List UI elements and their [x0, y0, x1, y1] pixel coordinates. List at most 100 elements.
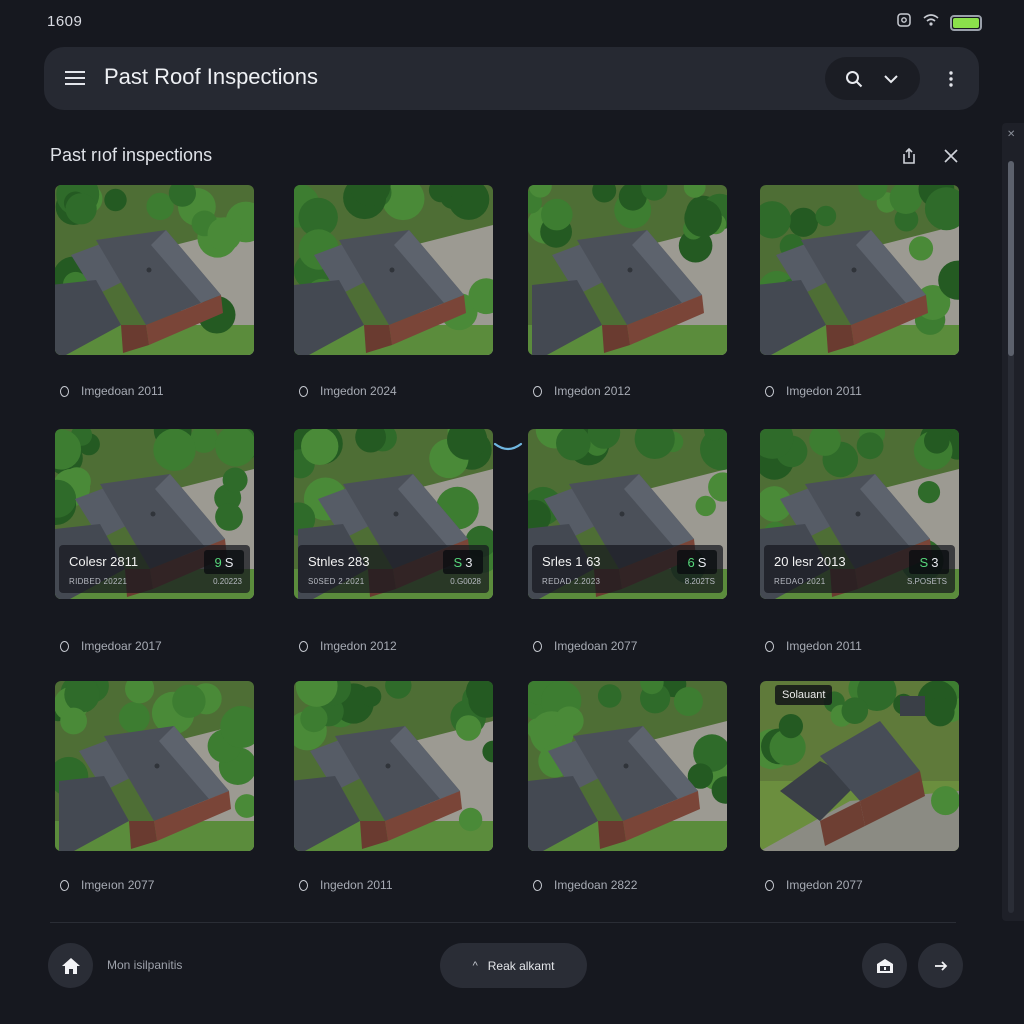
- radio-icon[interactable]: [765, 385, 774, 397]
- inspection-card[interactable]: [294, 681, 493, 851]
- radio-icon[interactable]: [299, 879, 308, 891]
- roof-thumbnail: [294, 185, 493, 355]
- report-action-label: Reak alkamt: [487, 958, 555, 973]
- inspection-caption[interactable]: Imgeıon 2077: [60, 875, 154, 895]
- overlay-code: 8.202TS: [684, 577, 715, 586]
- overlay-subtitle: REDAD 2.2023: [542, 577, 601, 586]
- inspection-overlay: Srles 1 63 6 S REDAD 2.2023 8.202TS: [532, 545, 723, 593]
- scrollbar-track[interactable]: [1008, 161, 1014, 913]
- inspection-card[interactable]: [294, 185, 493, 355]
- inspection-overlay: Colesr 2811 9 S RIDBED 20221 0.20223: [59, 545, 250, 593]
- inspection-card[interactable]: [528, 681, 727, 851]
- roof-thumbnail: [528, 185, 727, 355]
- radio-icon[interactable]: [299, 385, 308, 397]
- caption-label: Imgedon 2012: [554, 384, 631, 398]
- inspection-caption[interactable]: Imgedoan 2822: [533, 875, 637, 895]
- close-button[interactable]: [938, 143, 964, 169]
- roof-thumbnail: [760, 185, 959, 355]
- filter-dropdown-button[interactable]: [876, 64, 906, 94]
- status-icons: [896, 12, 982, 33]
- inspection-card[interactable]: [528, 185, 727, 355]
- radio-icon[interactable]: [533, 640, 542, 652]
- roof-thumbnail: [55, 185, 254, 355]
- radio-icon[interactable]: [299, 640, 308, 652]
- menu-button[interactable]: [62, 65, 88, 91]
- inspection-caption[interactable]: Imgedon 2077: [765, 875, 863, 895]
- caption-label: Imgedon 2077: [786, 878, 863, 892]
- radio-icon[interactable]: [60, 385, 69, 397]
- caption-label: Imgedon 2011: [786, 639, 862, 653]
- inspection-card[interactable]: Stnles 283 S 3 S0SED 2.2021 0.G0028: [294, 429, 493, 599]
- inspection-card[interactable]: 20 lesr 2013 S 3 REDAO 2021 S.POSETS: [760, 429, 959, 599]
- radio-icon[interactable]: [533, 879, 542, 891]
- more-vert-icon: [949, 71, 953, 87]
- inspection-caption[interactable]: Imgedon 2024: [299, 381, 397, 401]
- overlay-subtitle: RIDBED 20221: [69, 577, 128, 586]
- page-title: Past Roof Inspections: [104, 64, 319, 89]
- overlay-subtitle: REDAO 2021: [774, 577, 826, 586]
- score-badge: 9S: [204, 550, 244, 574]
- caption-label: Imgedon 2012: [320, 639, 397, 653]
- section-title: Past rıof inspections: [50, 145, 213, 165]
- report-action-button[interactable]: ^ Reak alkamt: [440, 943, 587, 988]
- home-button[interactable]: [48, 943, 93, 988]
- more-options-button[interactable]: [938, 64, 964, 94]
- inspection-card[interactable]: [55, 185, 254, 355]
- caption-label: Ingedon 2011: [320, 878, 393, 892]
- radio-icon[interactable]: [60, 879, 69, 891]
- status-bar: 1609: [0, 0, 1024, 44]
- score-badge: S3: [909, 550, 949, 574]
- search-button[interactable]: [839, 64, 869, 94]
- roof-thumbnail: [528, 681, 727, 851]
- home-icon: [61, 957, 80, 974]
- radio-icon[interactable]: [533, 385, 542, 397]
- caret-up-icon: ^: [472, 959, 478, 972]
- inspection-caption[interactable]: Imgedon 2012: [299, 636, 397, 656]
- caption-label: Imgeıon 2077: [81, 878, 155, 892]
- radio-icon[interactable]: [765, 879, 774, 891]
- overlay-code: 0.20223: [213, 577, 242, 586]
- inspection-caption[interactable]: Imgedon 2011: [765, 381, 862, 401]
- radio-icon[interactable]: [765, 640, 774, 652]
- overlay-title: Colesr 2811: [69, 554, 139, 569]
- caption-label: Imgedoar 2017: [81, 639, 162, 653]
- inspection-caption[interactable]: Imgedon 2011: [765, 636, 862, 656]
- chevron-down-icon: [884, 74, 898, 83]
- caption-label: Imgedon 2011: [786, 384, 862, 398]
- inspection-caption[interactable]: Ingedon 2011: [299, 875, 393, 895]
- garage-icon: [876, 958, 893, 973]
- inspection-caption[interactable]: Imgedoan 2077: [533, 636, 637, 656]
- inspection-caption[interactable]: Imgedon 2012: [533, 381, 631, 401]
- caption-label: Imgedoan 2822: [554, 878, 638, 892]
- share-button[interactable]: [896, 143, 922, 169]
- caption-label: Imgedoan 2011: [81, 384, 164, 398]
- inspection-card[interactable]: [55, 681, 254, 851]
- inspection-caption[interactable]: Imgedoan 2011: [60, 381, 164, 401]
- overlay-code: 0.G0028: [450, 577, 481, 586]
- inspection-overlay: Stnles 283 S 3 S0SED 2.2021 0.G0028: [298, 545, 489, 593]
- inspection-card[interactable]: [760, 185, 959, 355]
- caption-label: Imgedoan 2077: [554, 639, 638, 653]
- radio-icon[interactable]: [60, 640, 69, 652]
- arrow-right-icon: [934, 960, 947, 971]
- bottom-label: Mon isilpanitis: [107, 958, 183, 972]
- inspection-card[interactable]: Srles 1 63 6 S REDAD 2.2023 8.202TS: [528, 429, 727, 599]
- close-icon[interactable]: ✕: [1007, 129, 1015, 140]
- share-icon: [903, 147, 915, 164]
- overlay-title: Stnles 283: [308, 554, 370, 569]
- inspection-card[interactable]: Solauant: [760, 681, 959, 851]
- roof-thumbnail: [760, 681, 959, 851]
- inspection-card[interactable]: Colesr 2811 9 S RIDBED 20221 0.20223: [55, 429, 254, 599]
- score-badge: 6S: [677, 550, 717, 574]
- roof-thumbnail: [294, 681, 493, 851]
- status-tag: Solauant: [775, 685, 833, 705]
- bottom-divider: [50, 922, 956, 923]
- search-icon: [845, 70, 862, 87]
- app-bar: Past Roof Inspections: [44, 47, 979, 110]
- inspection-caption[interactable]: Imgedoar 2017: [60, 636, 162, 656]
- overlay-subtitle: S0SED 2.2021: [308, 577, 365, 586]
- battery-icon: [950, 14, 982, 31]
- garage-button[interactable]: [862, 943, 907, 988]
- next-button[interactable]: [918, 943, 963, 988]
- scrollbar-thumb[interactable]: [1008, 161, 1014, 356]
